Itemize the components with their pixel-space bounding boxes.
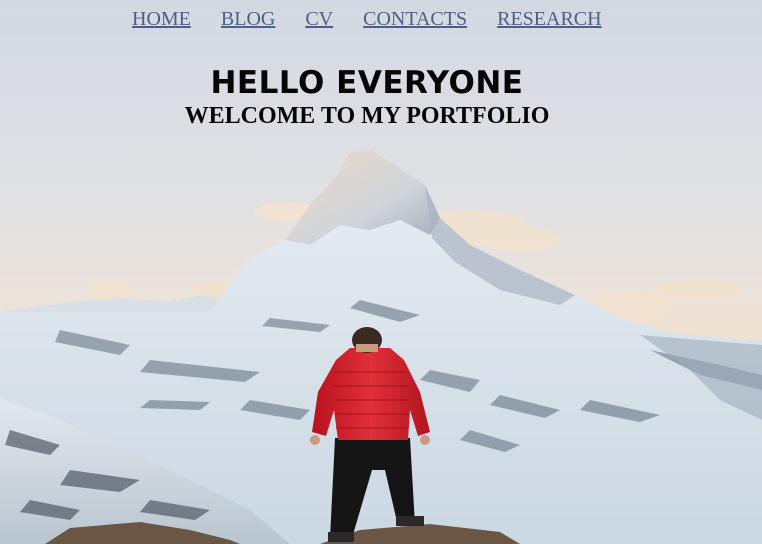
hero-heading: HELLO EVERYONE WELCOME TO MY PORTFOLIO bbox=[0, 64, 734, 130]
hero-subtitle: WELCOME TO MY PORTFOLIO bbox=[184, 103, 550, 129]
nav-link-cv[interactable]: CV bbox=[305, 8, 333, 31]
top-navigation: HOME BLOG CV CONTACTS RESEARCH bbox=[132, 8, 602, 31]
nav-link-home[interactable]: HOME bbox=[132, 8, 191, 31]
hero-title: HELLO EVERYONE bbox=[210, 65, 524, 101]
nav-link-blog[interactable]: BLOG bbox=[221, 8, 275, 31]
nav-link-research[interactable]: RESEARCH bbox=[497, 8, 601, 31]
nav-link-contacts[interactable]: CONTACTS bbox=[363, 8, 467, 31]
